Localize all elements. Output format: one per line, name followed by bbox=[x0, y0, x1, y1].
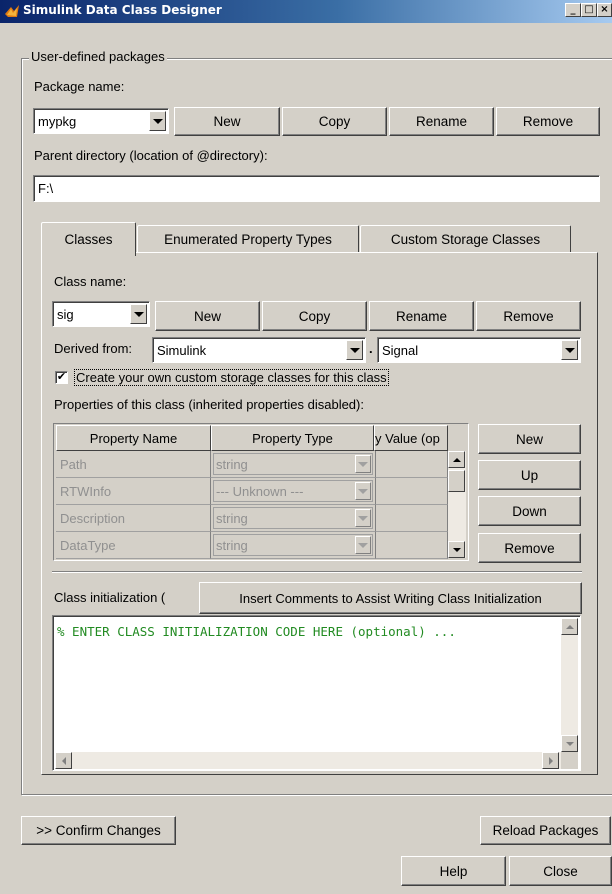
editor-horizontal-scrollbar[interactable] bbox=[55, 752, 561, 769]
rename-package-button[interactable]: Rename bbox=[389, 107, 494, 136]
table-cell-value[interactable] bbox=[376, 505, 448, 532]
rename-class-button[interactable]: Rename bbox=[369, 301, 474, 331]
parent-directory-label: Parent directory (location of @directory… bbox=[34, 148, 268, 163]
scroll-down-button[interactable] bbox=[561, 735, 578, 752]
property-type-value: --- Unknown --- bbox=[216, 483, 304, 499]
new-class-button[interactable]: New bbox=[155, 301, 260, 331]
active-tab-joiner bbox=[42, 252, 135, 254]
table-cell-type[interactable]: string bbox=[211, 505, 376, 532]
chevron-down-icon[interactable] bbox=[355, 482, 371, 500]
derived-package-dropdown[interactable]: Simulink bbox=[152, 337, 366, 363]
derived-class-dropdown[interactable]: Signal bbox=[377, 337, 581, 363]
table-cell-name[interactable]: Path bbox=[56, 451, 211, 478]
simulink-logo-icon bbox=[5, 5, 19, 17]
close-window-button[interactable]: × bbox=[597, 3, 612, 17]
insert-comments-button[interactable]: Insert Comments to Assist Writing Class … bbox=[199, 582, 582, 614]
chevron-down-icon[interactable] bbox=[355, 536, 371, 554]
move-up-button[interactable]: Up bbox=[478, 460, 581, 490]
class-initialization-editor[interactable]: % ENTER CLASS INITIALIZATION CODE HERE (… bbox=[52, 615, 581, 771]
custom-storage-checkbox-label[interactable]: Create your own custom storage classes f… bbox=[74, 369, 389, 386]
parent-directory-input[interactable]: F:\ bbox=[33, 175, 600, 202]
property-type-value: string bbox=[216, 456, 248, 472]
tab-enumerated-property-types[interactable]: Enumerated Property Types bbox=[137, 225, 359, 252]
package-name-value: mypkg bbox=[38, 113, 77, 129]
table-cell-type[interactable]: string bbox=[211, 451, 376, 478]
table-cell-type[interactable]: string bbox=[211, 532, 376, 559]
chevron-down-icon[interactable] bbox=[346, 340, 363, 360]
scroll-thumb[interactable] bbox=[448, 470, 465, 492]
class-initialization-label: Class initialization ( bbox=[54, 590, 166, 605]
window-title: Simulink Data Class Designer bbox=[23, 3, 222, 17]
property-type-combo[interactable]: string bbox=[213, 534, 373, 556]
class-name-dropdown[interactable]: sig bbox=[52, 301, 150, 327]
tab-custom-storage-classes[interactable]: Custom Storage Classes bbox=[360, 225, 571, 252]
table-cell-name[interactable]: RTWInfo bbox=[56, 478, 211, 505]
chevron-down-icon[interactable] bbox=[149, 111, 166, 131]
move-down-button[interactable]: Down bbox=[478, 496, 581, 526]
package-name-label: Package name: bbox=[34, 79, 125, 94]
chevron-down-icon[interactable] bbox=[130, 304, 147, 324]
column-header-property-name[interactable]: Property Name bbox=[56, 425, 211, 451]
editor-vertical-scrollbar[interactable] bbox=[561, 618, 578, 752]
chevron-down-icon[interactable] bbox=[355, 455, 371, 473]
column-header-default-value[interactable]: y Value (op bbox=[374, 425, 448, 451]
custom-storage-checkbox[interactable]: ✔ bbox=[55, 371, 68, 384]
property-type-value: string bbox=[216, 510, 248, 526]
class-name-value: sig bbox=[57, 306, 74, 322]
derived-class-value: Signal bbox=[382, 342, 419, 358]
init-code-text[interactable]: % ENTER CLASS INITIALIZATION CODE HERE (… bbox=[57, 624, 456, 639]
table-cell-value[interactable] bbox=[376, 478, 448, 505]
package-name-dropdown[interactable]: mypkg bbox=[33, 108, 169, 134]
maximize-button[interactable]: □ bbox=[581, 3, 597, 17]
new-property-button[interactable]: New bbox=[478, 424, 581, 454]
chevron-down-icon[interactable] bbox=[561, 340, 578, 360]
table-cell-value[interactable] bbox=[376, 532, 448, 559]
reload-packages-button[interactable]: Reload Packages bbox=[480, 816, 611, 845]
scroll-up-button[interactable] bbox=[448, 451, 465, 468]
table-cell-name[interactable]: Description bbox=[56, 505, 211, 532]
copy-package-button[interactable]: Copy bbox=[282, 107, 387, 136]
property-type-value: string bbox=[216, 537, 248, 553]
chevron-down-icon[interactable] bbox=[355, 509, 371, 527]
scroll-left-button[interactable] bbox=[55, 752, 72, 769]
derived-package-value: Simulink bbox=[157, 342, 207, 358]
properties-label: Properties of this class (inherited prop… bbox=[54, 397, 364, 412]
property-type-combo[interactable]: string bbox=[213, 507, 373, 529]
close-button[interactable]: Close bbox=[509, 856, 612, 886]
table-cell-type[interactable]: --- Unknown --- bbox=[211, 478, 376, 505]
tab-classes[interactable]: Classes bbox=[41, 222, 136, 256]
copy-class-button[interactable]: Copy bbox=[262, 301, 367, 331]
table-body: Path string RTWInfo --- Unknown --- Desc… bbox=[56, 451, 448, 559]
confirm-changes-button[interactable]: >> Confirm Changes bbox=[21, 816, 176, 845]
derived-from-label: Derived from: bbox=[54, 341, 133, 356]
new-package-button[interactable]: New bbox=[174, 107, 280, 136]
property-type-combo[interactable]: string bbox=[213, 453, 373, 475]
table-cell-name[interactable]: DataType bbox=[56, 532, 211, 559]
scroll-up-button[interactable] bbox=[561, 618, 578, 635]
minimize-button[interactable]: _ bbox=[565, 3, 581, 17]
help-button[interactable]: Help bbox=[401, 856, 506, 886]
column-header-property-type[interactable]: Property Type bbox=[211, 425, 374, 451]
scrollbar-corner bbox=[561, 752, 578, 769]
table-cell-value[interactable] bbox=[376, 451, 448, 478]
remove-package-button[interactable]: Remove bbox=[496, 107, 600, 136]
derived-separator: . bbox=[369, 341, 373, 356]
properties-table[interactable]: Property Name Property Type y Value (op … bbox=[53, 423, 469, 561]
class-name-label: Class name: bbox=[54, 274, 127, 289]
remove-property-button[interactable]: Remove bbox=[478, 533, 581, 563]
remove-class-button[interactable]: Remove bbox=[476, 301, 581, 331]
separator bbox=[52, 571, 582, 573]
parent-directory-value: F:\ bbox=[38, 181, 54, 196]
title-bar[interactable]: Simulink Data Class Designer _ □ × bbox=[0, 0, 612, 23]
scroll-right-button[interactable] bbox=[542, 752, 559, 769]
scroll-down-button[interactable] bbox=[448, 541, 465, 558]
property-type-combo[interactable]: --- Unknown --- bbox=[213, 480, 373, 502]
packages-group-title: User-defined packages bbox=[29, 49, 167, 64]
